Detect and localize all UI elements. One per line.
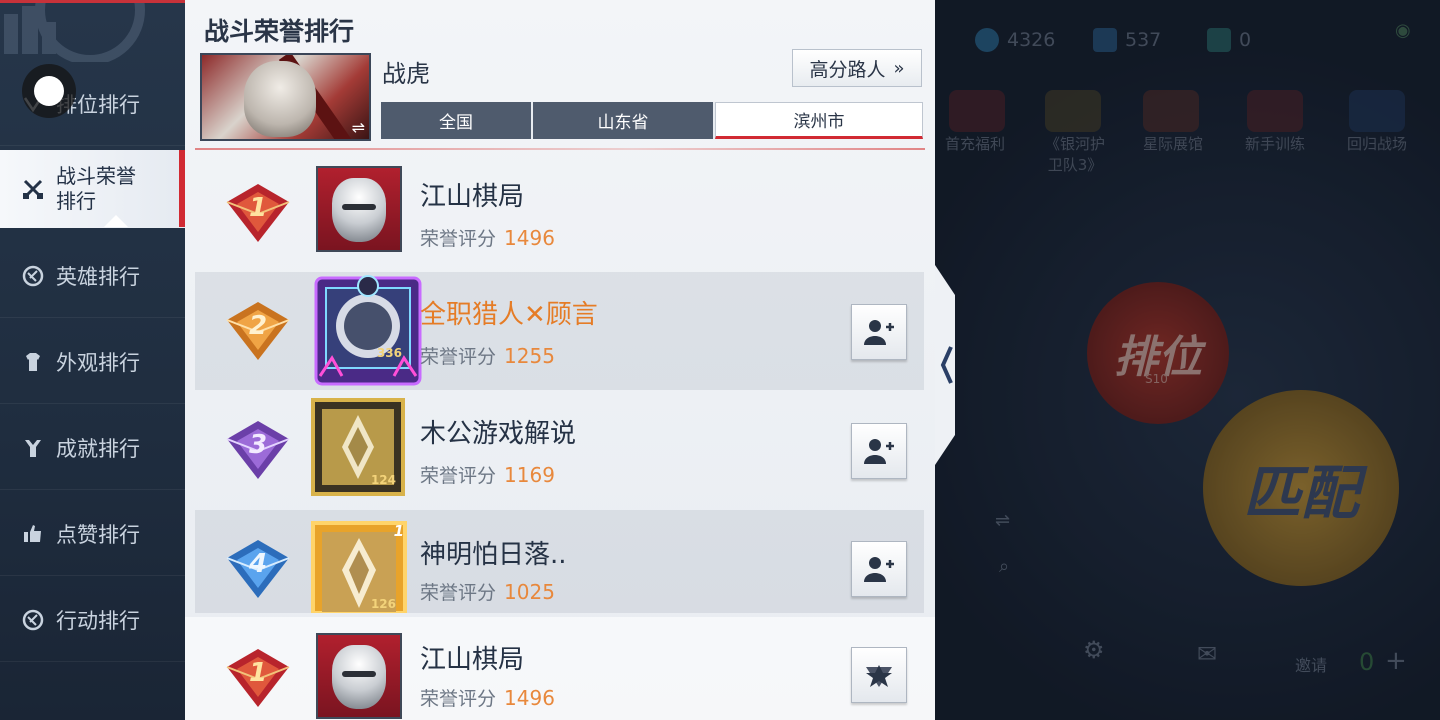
player-avatar[interactable]: 1 126 bbox=[310, 520, 408, 613]
action-icon bbox=[22, 609, 44, 631]
score-value: 1255 bbox=[504, 344, 555, 368]
active-pointer bbox=[104, 215, 128, 227]
player-avatar[interactable]: 336 bbox=[312, 272, 424, 390]
sidebar-item-label: 战斗荣誉 排行 bbox=[56, 164, 136, 214]
sidebar-top-accent bbox=[0, 0, 185, 3]
ironman-eyes bbox=[342, 671, 376, 677]
add-friend-icon bbox=[864, 439, 894, 464]
my-ranking-row: 1 江山棋局 荣誉评分 1496 bbox=[185, 617, 935, 720]
rank-badge-blue: 4 bbox=[226, 540, 290, 598]
sidebar-item-outfit[interactable]: 外观排行 bbox=[0, 320, 185, 404]
thumbs-up-icon bbox=[22, 523, 44, 545]
ironman-helmet bbox=[332, 645, 386, 709]
score-label: 荣誉评分 bbox=[420, 582, 497, 604]
player-name: 全职猎人✕顾言 bbox=[420, 300, 598, 330]
rank-badge-gold-red: 1 bbox=[226, 184, 290, 242]
player-avatar[interactable]: 124 bbox=[310, 397, 406, 497]
score-label: 荣誉评分 bbox=[420, 346, 497, 368]
double-chevron-right-icon: » bbox=[893, 57, 905, 79]
add-friend-button[interactable] bbox=[851, 541, 907, 597]
crossed-swords-icon bbox=[22, 178, 44, 200]
divider bbox=[195, 148, 925, 150]
filter-label: 高分路人 bbox=[809, 58, 886, 81]
sidebar-item-achievement[interactable]: 成就排行 bbox=[0, 406, 185, 490]
filter-button[interactable]: 高分路人 » bbox=[792, 49, 922, 87]
collapse-panel-button[interactable] bbox=[935, 265, 963, 465]
player-score: 荣誉评分 1025 bbox=[420, 578, 555, 605]
trophy-icon bbox=[22, 437, 44, 459]
player-score: 荣誉评分 1496 bbox=[420, 224, 555, 251]
svg-text:3: 3 bbox=[249, 430, 267, 460]
score-label: 荣誉评分 bbox=[420, 465, 497, 487]
ranking-row: 3 124 木公游戏解说 荣誉评分 1169 bbox=[195, 391, 924, 509]
modal-dim-overlay bbox=[935, 0, 1440, 720]
ranking-row: 1 江山棋局 荣誉评分 1496 bbox=[195, 154, 924, 272]
player-score: 荣誉评分 1255 bbox=[420, 342, 555, 369]
sidebar-item-likes[interactable]: 点赞排行 bbox=[0, 492, 185, 576]
player-name: 江山棋局 bbox=[420, 645, 525, 675]
svg-text:1: 1 bbox=[249, 193, 267, 223]
score-label: 荣誉评分 bbox=[420, 228, 497, 250]
score-value: 1496 bbox=[504, 686, 555, 710]
rank-badge-orange: 2 bbox=[226, 302, 290, 360]
sidebar-item-action[interactable]: 行动排行 bbox=[0, 578, 185, 662]
sidebar-item-label: 行动排行 bbox=[56, 608, 140, 633]
score-label: 荣誉评分 bbox=[420, 688, 497, 710]
sidebar-item-label: 点赞排行 bbox=[56, 522, 140, 547]
sidebar-deco bbox=[4, 0, 145, 62]
ironman-helmet bbox=[332, 178, 386, 242]
add-friend-button[interactable] bbox=[851, 423, 907, 479]
sidebar-item-hero[interactable]: 英雄排行 bbox=[0, 234, 185, 318]
rank-badge-gold-red: 1 bbox=[226, 649, 290, 707]
avatar-level: 126 bbox=[370, 597, 396, 611]
tab-province[interactable]: 山东省 bbox=[533, 102, 715, 139]
page-title: 战斗荣誉排行 bbox=[204, 17, 355, 46]
player-score: 荣誉评分 1496 bbox=[420, 684, 555, 711]
avatar-corner-badge: 1 bbox=[393, 522, 404, 540]
score-value: 1496 bbox=[504, 226, 555, 250]
sidebar-item-label: 成就排行 bbox=[56, 436, 140, 461]
add-friend-icon bbox=[864, 557, 894, 582]
avatar-level: 124 bbox=[370, 473, 396, 487]
ironman-eyes bbox=[342, 204, 376, 210]
score-value: 1025 bbox=[504, 580, 555, 604]
add-friend-button[interactable] bbox=[851, 304, 907, 360]
add-friend-icon bbox=[864, 320, 894, 345]
hero-name: 战虎 bbox=[382, 60, 430, 88]
player-avatar[interactable] bbox=[316, 166, 402, 252]
floating-assistive-button[interactable] bbox=[22, 64, 76, 118]
tab-city[interactable]: 滨州市 bbox=[715, 102, 923, 139]
outfit-icon bbox=[22, 351, 44, 373]
label-line-1: 战斗荣誉 bbox=[56, 163, 136, 188]
hero-card[interactable]: ⇌ bbox=[200, 53, 371, 141]
lobby-background: 4326 537 0 ◉ 首充福利 《银河护 卫队3》 星际展馆 新手训练 回归战… bbox=[935, 0, 1440, 720]
svg-text:2: 2 bbox=[249, 311, 267, 341]
rank-badge-purple: 3 bbox=[226, 421, 290, 479]
sidebar-item-battle-honor[interactable]: 战斗荣誉 排行 bbox=[0, 150, 185, 228]
ranking-row: 4 1 126 神明怕日落.. 荣誉评分 1025 bbox=[195, 510, 924, 613]
ranking-panel: 战斗荣誉排行 ⇌ 战虎 高分路人 » 全国 山东省 滨州市 1 江山棋局 荣誉评… bbox=[185, 0, 935, 720]
score-value: 1169 bbox=[504, 463, 555, 487]
player-avatar[interactable] bbox=[316, 633, 402, 719]
avatar-level: 336 bbox=[376, 346, 402, 360]
emblem-icon bbox=[866, 665, 892, 687]
svg-text:1: 1 bbox=[249, 658, 267, 688]
ranking-row: 2 336 全职猎人✕顾言 荣誉评分 1255 bbox=[195, 272, 924, 390]
sidebar-item-label: 英雄排行 bbox=[56, 264, 140, 289]
purple-frame bbox=[314, 275, 422, 386]
label-line-2: 排行 bbox=[56, 188, 96, 213]
player-name: 木公游戏解说 bbox=[420, 419, 577, 449]
hero-icon bbox=[22, 265, 44, 287]
sidebar: 排位排行 战斗荣誉 排行 英雄排行 外观排行 成就排行 点赞排行 行动排行 bbox=[0, 0, 185, 720]
region-tabs: 全国 山东省 滨州市 bbox=[381, 102, 923, 139]
hero-portrait bbox=[244, 61, 316, 137]
player-name: 神明怕日落.. bbox=[420, 540, 567, 570]
swap-icon: ⇌ bbox=[351, 118, 365, 137]
sidebar-item-label: 外观排行 bbox=[56, 350, 140, 375]
player-score: 荣誉评分 1169 bbox=[420, 461, 555, 488]
tab-national[interactable]: 全国 bbox=[381, 102, 533, 139]
svg-text:4: 4 bbox=[248, 549, 267, 579]
player-name: 江山棋局 bbox=[420, 182, 525, 212]
rank-emblem-button[interactable] bbox=[851, 647, 907, 703]
